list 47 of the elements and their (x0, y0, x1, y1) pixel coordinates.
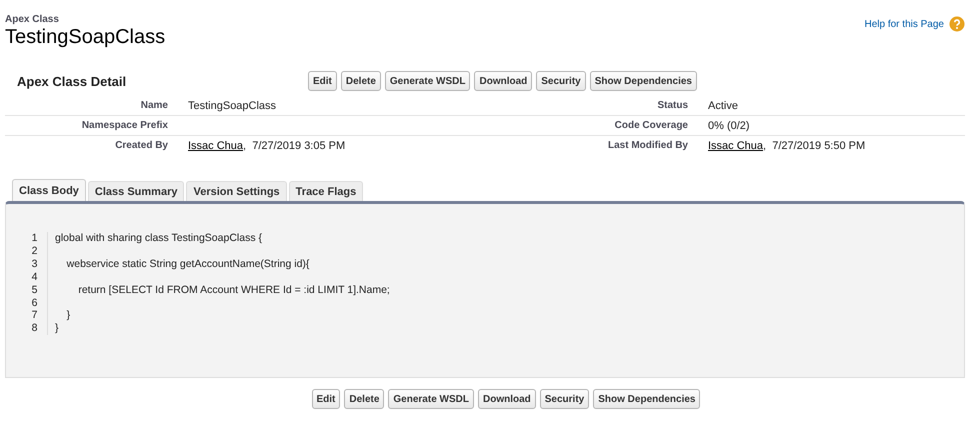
action-button[interactable]: Download (474, 71, 532, 91)
field-label: Namespace Prefix (80, 120, 168, 131)
page-title: TestingSoapClass (5, 26, 166, 49)
help-link[interactable]: Help for this Page (864, 18, 944, 30)
action-button[interactable]: Security (536, 71, 586, 91)
action-button[interactable]: Delete (344, 389, 384, 409)
field-label: Last Modified By (606, 140, 688, 151)
field-label: Code Coverage (614, 120, 688, 131)
line-number: 5 (30, 284, 38, 297)
field-value: 0% (0/2) (708, 120, 750, 132)
action-button[interactable]: Generate WSDL (388, 389, 474, 409)
help-icon[interactable] (949, 16, 965, 32)
field-label: Status (656, 100, 688, 111)
action-button[interactable]: Show Dependencies (590, 71, 697, 91)
action-button[interactable]: Edit (312, 389, 340, 409)
action-button[interactable]: Security (540, 389, 590, 409)
code-line: return [SELECT Id FROM Account WHERE Id = :id LIMIT 1].Name; (77, 284, 390, 296)
line-number: 3 (30, 258, 38, 271)
field-value: , 7/27/2019 3:05 PM (243, 140, 346, 152)
code-line: global with sharing class TestingSoapClass { (55, 232, 264, 245)
action-button[interactable]: Show Dependencies (593, 389, 700, 409)
field-label: Created By (114, 140, 168, 151)
action-button[interactable]: Download (478, 389, 536, 409)
action-button[interactable]: Generate WSDL (384, 71, 470, 91)
field-label: Name (140, 100, 168, 111)
field-value: , 7/27/2019 5:50 PM (763, 140, 866, 152)
line-number: 1 (30, 232, 38, 245)
page-type-label: Apex Class (5, 14, 60, 25)
section-title: Apex Class Detail (16, 74, 128, 88)
field-value: TestingSoapClass (188, 100, 276, 112)
line-number: 7 (30, 309, 38, 322)
user-link[interactable]: Issac Chua (188, 140, 244, 152)
code-line: } (55, 322, 60, 336)
code-line: } (66, 309, 72, 322)
user-link[interactable]: Issac Chua (708, 140, 764, 152)
action-button[interactable]: Delete (340, 71, 381, 91)
field-value: Active (708, 100, 738, 112)
tab[interactable]: Version Settings (186, 181, 287, 201)
line-number: 8 (30, 322, 38, 336)
tab[interactable]: Class Summary (88, 181, 184, 201)
line-number: 2 (30, 244, 38, 258)
tab[interactable]: Trace Flags (288, 181, 364, 201)
line-number: 4 (30, 270, 38, 284)
code-line: webservice static String getAccountName(String id){ (66, 258, 310, 271)
line-number: 6 (30, 296, 38, 310)
action-button[interactable]: Edit (308, 71, 337, 91)
tab[interactable]: Class Body (12, 179, 86, 201)
